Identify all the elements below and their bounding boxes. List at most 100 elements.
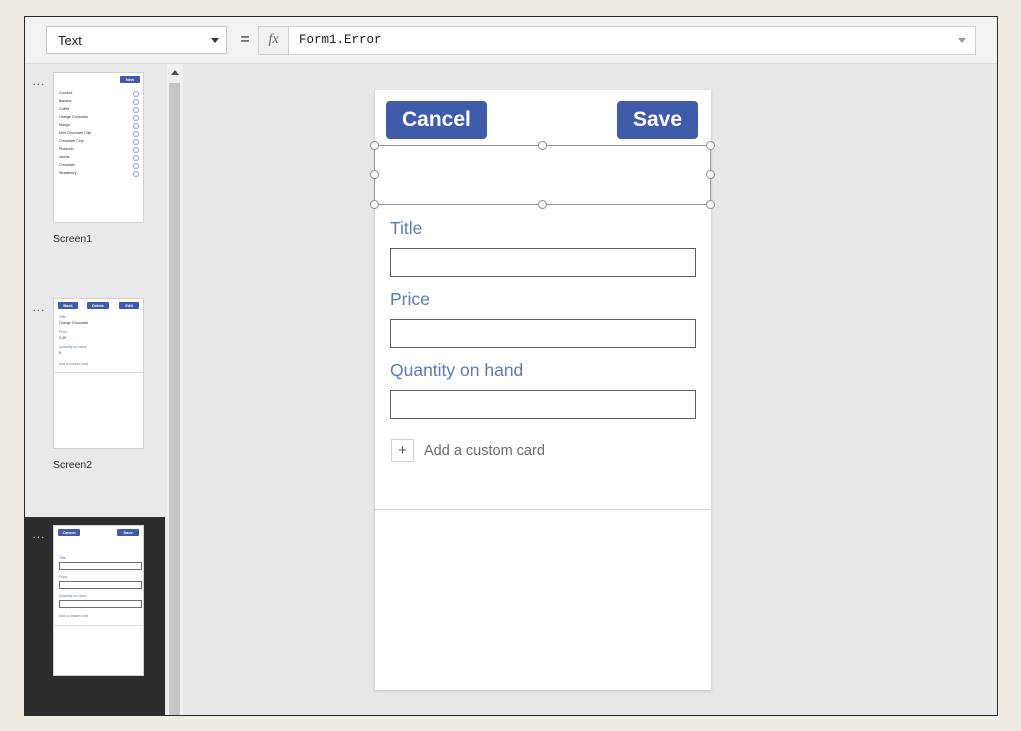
thumb-field-value: 5 — [59, 351, 61, 355]
thumb-field-label: Title — [59, 315, 66, 319]
thumb-divider — [54, 372, 143, 373]
thumb-field-value: Orange Chocolate — [59, 321, 89, 325]
screen-name-label: Screen1 — [53, 233, 93, 245]
property-select-value: Text — [58, 32, 82, 48]
formula-input[interactable]: Form1.Error — [288, 25, 976, 55]
plus-icon: + — [391, 439, 414, 462]
thumb-delete-button: Delete — [87, 302, 109, 309]
screen1-preview[interactable]: New Coconut Banana Coffee Orange Chocola… — [53, 72, 144, 223]
resize-handle-top-right[interactable] — [706, 141, 715, 150]
thumb-field-input — [59, 562, 142, 570]
cancel-button[interactable]: Cancel — [386, 101, 487, 139]
resize-handle-bottom-right[interactable] — [706, 200, 715, 209]
field-label-price: Price — [390, 289, 430, 309]
resize-handle-bottom-center[interactable] — [537, 200, 547, 209]
thumb-cancel-button: Cancel — [58, 529, 80, 536]
screen-thumb-column: New Coconut Banana Coffee Orange Chocola… — [53, 64, 165, 245]
screen2-preview[interactable]: Back Delete Edit Title Orange Chocolate … — [53, 298, 144, 449]
thumb-field-input — [59, 600, 142, 608]
chevron-right-icon — [133, 115, 139, 121]
edit-form: Cancel Save Title Price Quantity on hand… — [370, 90, 715, 510]
field-label-title: Title — [390, 218, 423, 238]
chevron-right-icon — [133, 107, 139, 113]
thumb-field-label: Quantity on hand — [59, 594, 87, 598]
add-custom-card-label: Add a custom card — [424, 442, 545, 459]
thumb-edit-button: Edit — [119, 302, 139, 309]
equals-label: = — [240, 31, 250, 48]
chevron-right-icon — [133, 163, 139, 169]
screen-thumb-column: Back Delete Edit Title Orange Chocolate … — [53, 290, 165, 471]
scroll-up-button[interactable] — [166, 64, 183, 81]
list-item: Chocolate Chip — [59, 139, 84, 143]
screen-overflow-menu[interactable]: ... — [25, 64, 53, 245]
screen-overflow-menu[interactable]: ... — [25, 517, 53, 715]
workspace: ... New Coconut Banana Coffee Orange Cho… — [25, 64, 997, 715]
formula-input-value: Form1.Error — [299, 33, 382, 47]
power-apps-window: Text = fx Form1.Error ... New Coconut Ba… — [24, 16, 998, 716]
thumb-field-label: Price — [59, 575, 68, 579]
chevron-right-icon — [133, 91, 139, 97]
scrollbar-thumb[interactable] — [169, 83, 180, 715]
field-price: Price — [390, 289, 696, 348]
chevron-up-icon — [170, 70, 179, 75]
property-select[interactable]: Text — [46, 26, 227, 54]
screen-overflow-menu[interactable]: ... — [25, 290, 53, 471]
thumb-back-button: Back — [58, 302, 78, 309]
list-item: Coffee — [59, 107, 70, 111]
resize-handle-middle-left[interactable] — [370, 170, 379, 179]
thumb-save-button: Save — [117, 529, 139, 536]
save-button[interactable]: Save — [616, 101, 698, 139]
thumb-new-button: New — [120, 76, 140, 83]
chevron-right-icon — [133, 147, 139, 153]
list-item: Strawberry — [59, 171, 77, 175]
screen-name-label: Screen2 — [53, 459, 93, 471]
screens-pane: ... New Coconut Banana Coffee Orange Cho… — [25, 64, 165, 715]
chevron-down-icon — [211, 37, 219, 43]
list-item: Mint Chocolate Chip — [59, 131, 92, 135]
formula-bar: Text = fx Form1.Error — [25, 17, 997, 64]
screens-pane-scrollbar[interactable] — [165, 64, 183, 715]
fx-icon[interactable]: fx — [258, 25, 288, 55]
screen-thumbnail-screen3-selected[interactable]: ... Cancel Save Title Price Quantity on … — [25, 517, 165, 715]
resize-handle-bottom-left[interactable] — [370, 200, 379, 209]
thumb-field-label: Title — [59, 556, 66, 560]
thumb-field-input — [59, 581, 142, 589]
resize-handle-top-left[interactable] — [370, 141, 379, 150]
chevron-down-icon[interactable] — [958, 37, 966, 43]
screen-thumb-column: Cancel Save Title Price Quantity on hand… — [53, 517, 165, 715]
field-title: Title — [390, 218, 696, 277]
field-quantity-on-hand: Quantity on hand — [390, 360, 696, 419]
chevron-right-icon — [133, 131, 139, 137]
screen-thumbnail-screen2[interactable]: ... Back Delete Edit Title Orange Chocol… — [25, 290, 165, 471]
chevron-right-icon — [133, 123, 139, 129]
phone-canvas: Cancel Save Title Price Quantity on hand… — [370, 90, 715, 690]
canvas-area[interactable]: Cancel Save Title Price Quantity on hand… — [183, 64, 997, 715]
list-item: Chocolate — [59, 163, 76, 167]
resize-handle-top-center[interactable] — [537, 141, 547, 150]
screen-thumbnail-screen1[interactable]: ... New Coconut Banana Coffee Orange Cho… — [25, 64, 165, 245]
thumb-field-label: Quantity on hand — [59, 345, 87, 349]
selected-control-error-label[interactable] — [370, 141, 715, 209]
list-item: Orange Chocolate — [59, 115, 89, 119]
list-item: Coconut — [59, 91, 73, 95]
chevron-right-icon — [133, 171, 139, 177]
quantity-on-hand-input[interactable] — [390, 390, 696, 419]
title-input[interactable] — [390, 248, 696, 277]
list-item: Banana — [59, 99, 72, 103]
list-item: Vanilla — [59, 155, 70, 159]
chevron-right-icon — [133, 155, 139, 161]
thumb-divider — [54, 625, 143, 626]
thumb-field-value: 3.45 — [59, 336, 66, 340]
screen3-preview[interactable]: Cancel Save Title Price Quantity on hand… — [53, 525, 144, 676]
price-input[interactable] — [390, 319, 696, 348]
chevron-right-icon — [133, 99, 139, 105]
thumb-add-card-label: Add a custom card — [59, 614, 89, 618]
thumb-add-card-label: Add a custom card — [59, 362, 89, 366]
list-item: Pistachio — [59, 147, 74, 151]
list-item: Mango — [59, 123, 70, 127]
field-label-quantity-on-hand: Quantity on hand — [390, 360, 524, 380]
chevron-right-icon — [133, 139, 139, 145]
add-custom-card-button[interactable]: + Add a custom card — [391, 439, 545, 462]
thumb-field-label: Price — [59, 330, 68, 334]
resize-handle-middle-right[interactable] — [706, 170, 715, 179]
